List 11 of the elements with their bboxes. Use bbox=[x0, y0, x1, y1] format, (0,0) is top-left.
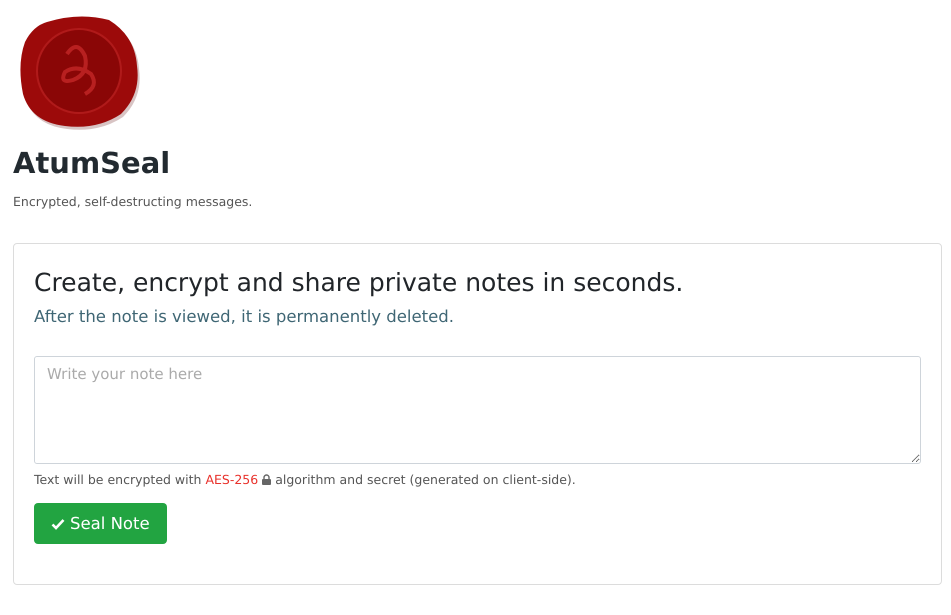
helper-text: algorithm and secret (generated on client-side). bbox=[275, 472, 576, 487]
card-heading: Create, encrypt and share private notes in seconds. bbox=[34, 268, 684, 297]
tagline: Encrypted, self-destructing messages. bbox=[13, 194, 254, 209]
note-input-field[interactable]: Write your note here bbox=[34, 356, 921, 464]
helper-text: Text will be encrypted with bbox=[34, 472, 202, 487]
seal-note-button[interactable]: Seal Note bbox=[34, 503, 167, 544]
card-subheading: After the note is viewed, it is permanently deleted. bbox=[34, 307, 456, 326]
algorithm-name: AES-256 bbox=[205, 472, 258, 487]
check-icon bbox=[51, 518, 65, 530]
lock-icon bbox=[262, 474, 272, 485]
brand-name: AtumSeal bbox=[13, 146, 172, 180]
